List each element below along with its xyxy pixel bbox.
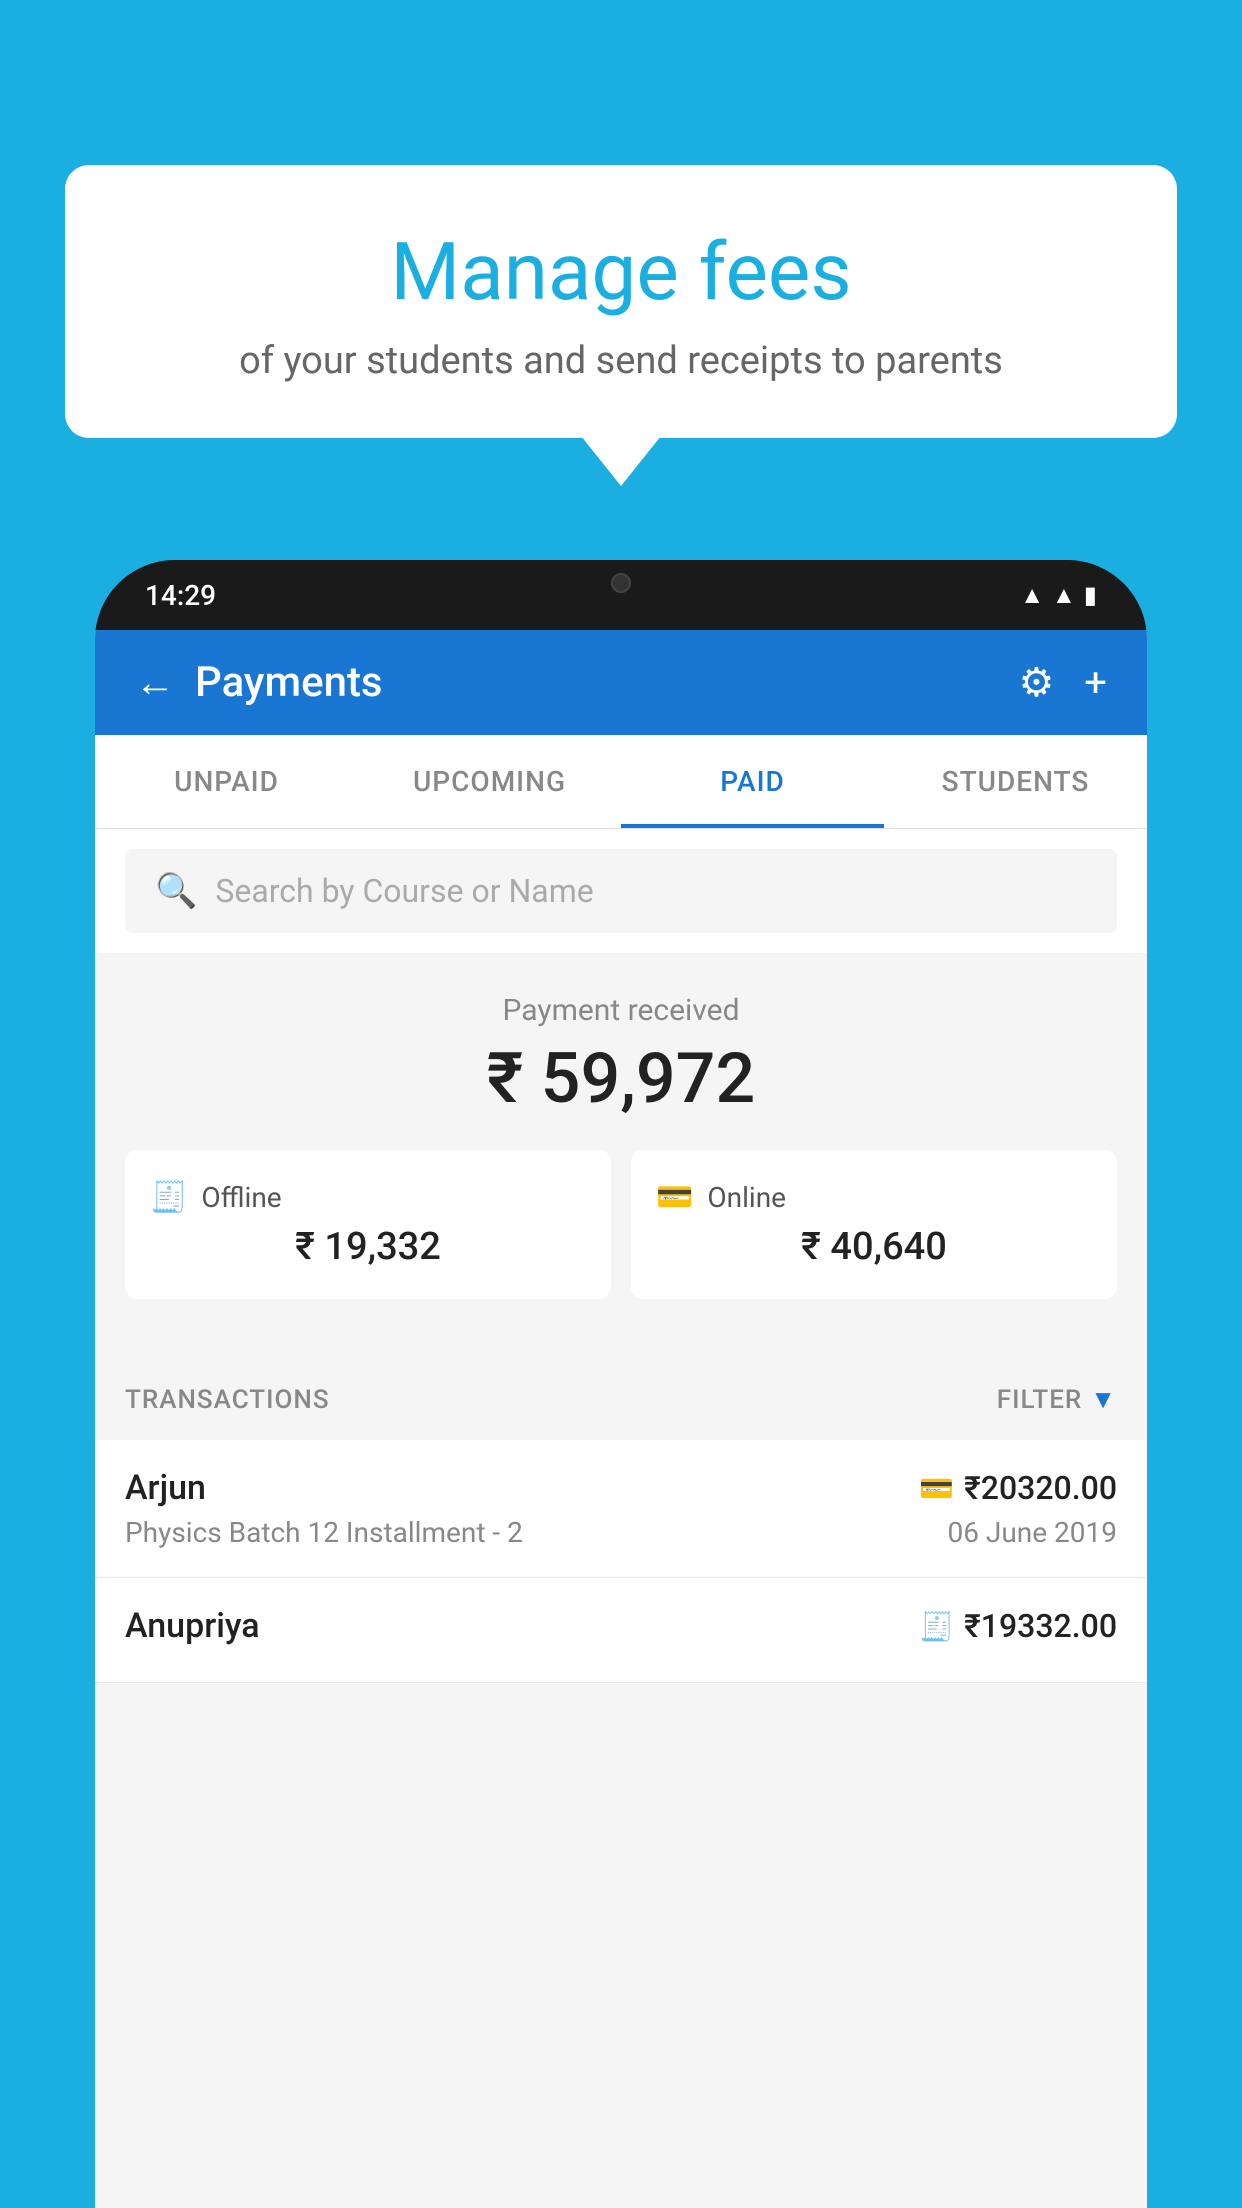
tab-students[interactable]: STUDENTS	[884, 735, 1147, 828]
online-card-header: 💳 Online	[656, 1180, 1092, 1215]
tab-upcoming[interactable]: UPCOMING	[358, 735, 621, 828]
transactions-label: TRANSACTIONS	[125, 1385, 330, 1415]
speech-bubble-subtitle: of your students and send receipts to pa…	[115, 339, 1127, 383]
transaction-date: 06 June 2019	[947, 1516, 1117, 1549]
table-row[interactable]: Anupriya 🧾 ₹19332.00	[95, 1578, 1147, 1683]
table-row[interactable]: Arjun 💳 ₹20320.00 Physics Batch 12 Insta…	[95, 1440, 1147, 1578]
page-title: Payments	[195, 658, 383, 707]
online-label: Online	[707, 1181, 786, 1214]
transaction-row1: Arjun 💳 ₹20320.00	[125, 1468, 1117, 1508]
settings-icon[interactable]: ⚙	[1018, 659, 1054, 706]
transaction-row1: Anupriya 🧾 ₹19332.00	[125, 1606, 1117, 1646]
filter-button[interactable]: FILTER ▼	[997, 1384, 1117, 1415]
phone-frame: 14:29 ▲ ▲ ▮ ← Payments ⚙ + UNPAID	[95, 560, 1147, 2208]
wifi-icon: ▲	[1020, 581, 1044, 610]
transaction-course: Physics Batch 12 Installment - 2	[125, 1516, 523, 1549]
transaction-name: Arjun	[125, 1468, 206, 1508]
back-button[interactable]: ←	[135, 659, 175, 706]
transaction-payment-icon: 🧾	[919, 1610, 954, 1643]
battery-icon: ▮	[1084, 581, 1097, 609]
header-right: ⚙ +	[1018, 659, 1107, 706]
transaction-amount: ₹20320.00	[964, 1469, 1117, 1507]
signal-icon: ▲	[1052, 581, 1076, 610]
search-input[interactable]: Search by Course or Name	[215, 872, 593, 910]
transaction-amount-row: 🧾 ₹19332.00	[919, 1607, 1117, 1645]
offline-card: 🧾 Offline ₹ 19,332	[125, 1150, 611, 1299]
tab-bar: UNPAID UPCOMING PAID STUDENTS	[95, 735, 1147, 829]
filter-icon: ▼	[1090, 1384, 1117, 1415]
transactions-header: TRANSACTIONS FILTER ▼	[95, 1359, 1147, 1440]
status-icons: ▲ ▲ ▮	[1020, 581, 1097, 610]
offline-icon: 🧾	[150, 1180, 187, 1215]
transaction-row2: Physics Batch 12 Installment - 2 06 June…	[125, 1516, 1117, 1549]
payment-cards: 🧾 Offline ₹ 19,332 💳 Online ₹ 40,640	[125, 1150, 1117, 1329]
payment-received-label: Payment received	[125, 993, 1117, 1028]
search-container: 🔍 Search by Course or Name	[95, 829, 1147, 953]
tab-paid[interactable]: PAID	[621, 735, 884, 828]
app-header: ← Payments ⚙ +	[95, 630, 1147, 735]
status-bar: 14:29 ▲ ▲ ▮	[95, 560, 1147, 630]
transaction-amount-row: 💳 ₹20320.00	[919, 1469, 1117, 1507]
online-icon: 💳	[656, 1180, 693, 1215]
payment-total-amount: ₹ 59,972	[125, 1038, 1117, 1120]
transaction-payment-icon: 💳	[919, 1472, 954, 1505]
payment-summary: Payment received ₹ 59,972 🧾 Offline ₹ 19…	[95, 953, 1147, 1359]
search-bar[interactable]: 🔍 Search by Course or Name	[125, 849, 1117, 933]
transaction-name: Anupriya	[125, 1606, 260, 1646]
phone-notch	[541, 560, 701, 605]
header-left: ← Payments	[135, 658, 383, 707]
offline-amount: ₹ 19,332	[150, 1225, 586, 1269]
phone-camera	[611, 573, 631, 593]
online-card: 💳 Online ₹ 40,640	[631, 1150, 1117, 1299]
add-icon[interactable]: +	[1084, 659, 1107, 706]
speech-bubble: Manage fees of your students and send re…	[65, 165, 1177, 438]
speech-bubble-title: Manage fees	[115, 225, 1127, 319]
online-amount: ₹ 40,640	[656, 1225, 1092, 1269]
offline-card-header: 🧾 Offline	[150, 1180, 586, 1215]
app-screen: ← Payments ⚙ + UNPAID UPCOMING PAID STUD…	[95, 630, 1147, 2208]
search-icon: 🔍	[155, 871, 197, 911]
offline-label: Offline	[201, 1181, 281, 1214]
status-time: 14:29	[145, 579, 216, 612]
transaction-amount: ₹19332.00	[964, 1607, 1117, 1645]
tab-unpaid[interactable]: UNPAID	[95, 735, 358, 828]
